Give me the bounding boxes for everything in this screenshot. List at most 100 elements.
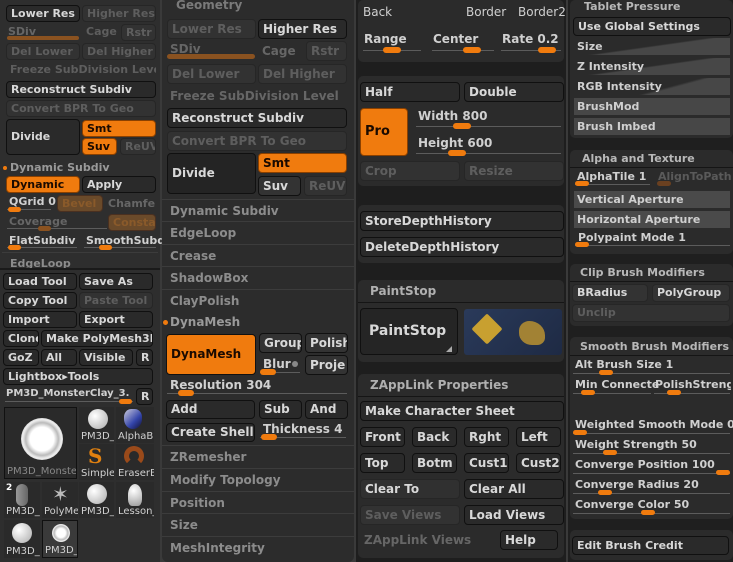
polygroup-toggle[interactable]: PolyGroup [652, 284, 730, 302]
view-front-button[interactable]: Front [360, 427, 405, 447]
edgeloop-row[interactable]: EdgeLoop [2, 252, 158, 274]
alt-brush-size-slider-track[interactable] [573, 373, 730, 374]
suv-toggle[interactable]: Suv [82, 138, 117, 155]
polypaint-mode-slider-track[interactable] [575, 245, 730, 246]
freeze-subdivision-button[interactable]: Freeze SubDivision Level [170, 89, 339, 103]
sub-button[interactable]: Sub [259, 400, 302, 419]
view-cust1-button[interactable]: Cust1 [464, 453, 509, 473]
view-back-button[interactable]: Back [412, 427, 457, 447]
view-bottom-button[interactable]: Botm [412, 453, 457, 473]
dynamesh-toggle[interactable]: DynaMesh [166, 334, 256, 375]
center-slider-knob[interactable] [463, 47, 481, 53]
current-tool-r-button[interactable]: R [136, 388, 153, 405]
weight-strength-slider-track[interactable] [573, 453, 730, 454]
reconstruct-subdiv-button[interactable]: Reconstruct Subdiv [6, 81, 156, 98]
sdiv-slider[interactable] [167, 54, 255, 59]
create-shell-button[interactable]: Create Shell [166, 423, 255, 442]
brushmod-curve[interactable]: BrushMod [574, 98, 730, 115]
polish-toggle[interactable]: Polish [305, 333, 348, 353]
horizontal-aperture-curve[interactable]: Horizontal Aperture [574, 211, 730, 228]
divide-button[interactable]: Divide [6, 119, 80, 155]
current-tool-slider-knob[interactable] [119, 399, 132, 404]
smt-toggle[interactable]: Smt [258, 153, 347, 173]
clear-to-button[interactable]: Clear To [360, 479, 460, 499]
tool-thumb-9[interactable]: PM3D_I [4, 520, 40, 558]
dynamic-toggle[interactable]: Dynamic [6, 176, 80, 193]
current-tool-slider-track[interactable] [5, 401, 133, 402]
double-button[interactable]: Double [464, 82, 564, 102]
smoothsubdiv-slider-track[interactable] [84, 247, 156, 248]
tool-thumb-4[interactable]: EraserB [116, 444, 154, 480]
polypaint-mode-slider-knob[interactable] [575, 242, 589, 247]
coverage-slider-knob[interactable] [38, 226, 51, 231]
convert-bpr-button[interactable]: Convert BPR To Geo [167, 131, 347, 151]
constant-toggle[interactable]: Constan [108, 214, 156, 231]
rstr-button[interactable]: Rstr [306, 41, 347, 61]
divide-button[interactable]: Divide [167, 153, 256, 194]
r-button[interactable]: R [136, 349, 153, 366]
converge-position-slider-track[interactable] [573, 473, 730, 474]
copy-tool-button[interactable]: Copy Tool [3, 292, 77, 309]
make-polymesh3d-button[interactable]: Make PolyMesh3D [41, 330, 153, 347]
half-button[interactable]: Half [360, 82, 460, 102]
bevel-toggle[interactable]: Bevel [57, 195, 103, 212]
smooth-brush-modifiers-header[interactable]: Smooth Brush Modifiers [580, 340, 729, 353]
cage-button[interactable]: Cage [82, 24, 120, 41]
tool-thumb-6[interactable]: ✶ PolyMes [42, 482, 78, 518]
edit-brush-credit-button[interactable]: Edit Brush Credit [572, 536, 729, 555]
size-curve[interactable]: Size [574, 38, 730, 55]
goz-button[interactable]: GoZ [3, 349, 39, 366]
coverage-slider-track[interactable] [7, 228, 107, 229]
lower-res-button[interactable]: Lower Res [6, 5, 80, 22]
back-button[interactable]: Back [363, 5, 392, 19]
bradius-toggle[interactable]: BRadius [572, 284, 648, 302]
tool-thumb-0[interactable]: PM3D_Monster( [4, 407, 77, 479]
crease-row[interactable]: Crease [162, 244, 354, 266]
blur-slider-knob[interactable] [260, 369, 276, 375]
suv-toggle[interactable]: Suv [258, 176, 301, 196]
polish-strength-slider-track[interactable] [654, 393, 730, 394]
view-top-button[interactable]: Top [360, 453, 405, 473]
weight-strength-slider-knob[interactable] [603, 450, 617, 455]
freeze-subdivision-button[interactable]: Freeze SubDivision Level [6, 62, 156, 79]
range-slider-knob[interactable] [383, 47, 401, 53]
aligntopath-slider-knob[interactable] [657, 181, 671, 186]
del-lower-button[interactable]: Del Lower [6, 43, 80, 60]
shadowbox-row[interactable]: ShadowBox [162, 266, 354, 288]
smoothsubdiv-slider-knob[interactable] [99, 245, 112, 250]
resize-button[interactable]: Resize [464, 161, 564, 181]
smt-toggle[interactable]: Smt [82, 120, 156, 137]
border-button[interactable]: Border [466, 5, 506, 19]
reuv-button[interactable]: ReUV [120, 138, 156, 155]
visible-button[interactable]: Visible [79, 349, 133, 366]
brush-imbed-curve[interactable]: Brush Imbed [574, 118, 730, 135]
del-higher-button[interactable]: Del Higher [82, 43, 156, 60]
converge-position-slider-knob[interactable] [716, 470, 730, 475]
rate-slider-knob[interactable] [538, 47, 556, 53]
lightbox-tools-button[interactable]: Lightbox▸Tools [3, 368, 153, 385]
clip-brush-modifiers-header[interactable]: Clip Brush Modifiers [580, 266, 705, 279]
clear-all-button[interactable]: Clear All [464, 479, 564, 499]
weighted-smooth-mode-slider-knob[interactable] [573, 430, 587, 435]
z-intensity-curve[interactable]: Z Intensity [574, 58, 730, 75]
position-row[interactable]: Position [162, 491, 354, 513]
weighted-smooth-mode-slider-track[interactable] [573, 433, 730, 434]
tool-thumb-3[interactable]: S SimpleBı [79, 444, 114, 480]
view-cust2-button[interactable]: Cust2 [516, 453, 561, 473]
vertical-aperture-curve[interactable]: Vertical Aperture [574, 191, 730, 208]
lower-res-button[interactable]: Lower Res [167, 19, 256, 39]
all-button[interactable]: All [41, 349, 77, 366]
rstr-button[interactable]: Rstr [121, 24, 156, 41]
view-left-button[interactable]: Left [516, 427, 561, 447]
del-higher-button[interactable]: Del Higher [258, 64, 347, 84]
alpha-texture-header[interactable]: Alpha and Texture [582, 152, 695, 165]
height-slider-knob[interactable] [448, 150, 466, 156]
tool-thumb-5[interactable]: 2 PM3D_I [4, 482, 40, 518]
clone-button[interactable]: Clone [3, 330, 39, 347]
make-character-sheet-button[interactable]: Make Character Sheet [360, 401, 564, 421]
crop-button[interactable]: Crop [360, 161, 460, 181]
load-views-button[interactable]: Load Views [464, 505, 564, 525]
dynamic-subdiv-header[interactable]: Dynamic Subdiv [10, 161, 110, 174]
size-row[interactable]: Size [162, 513, 354, 535]
unclip-toggle[interactable]: Unclip [572, 304, 730, 322]
